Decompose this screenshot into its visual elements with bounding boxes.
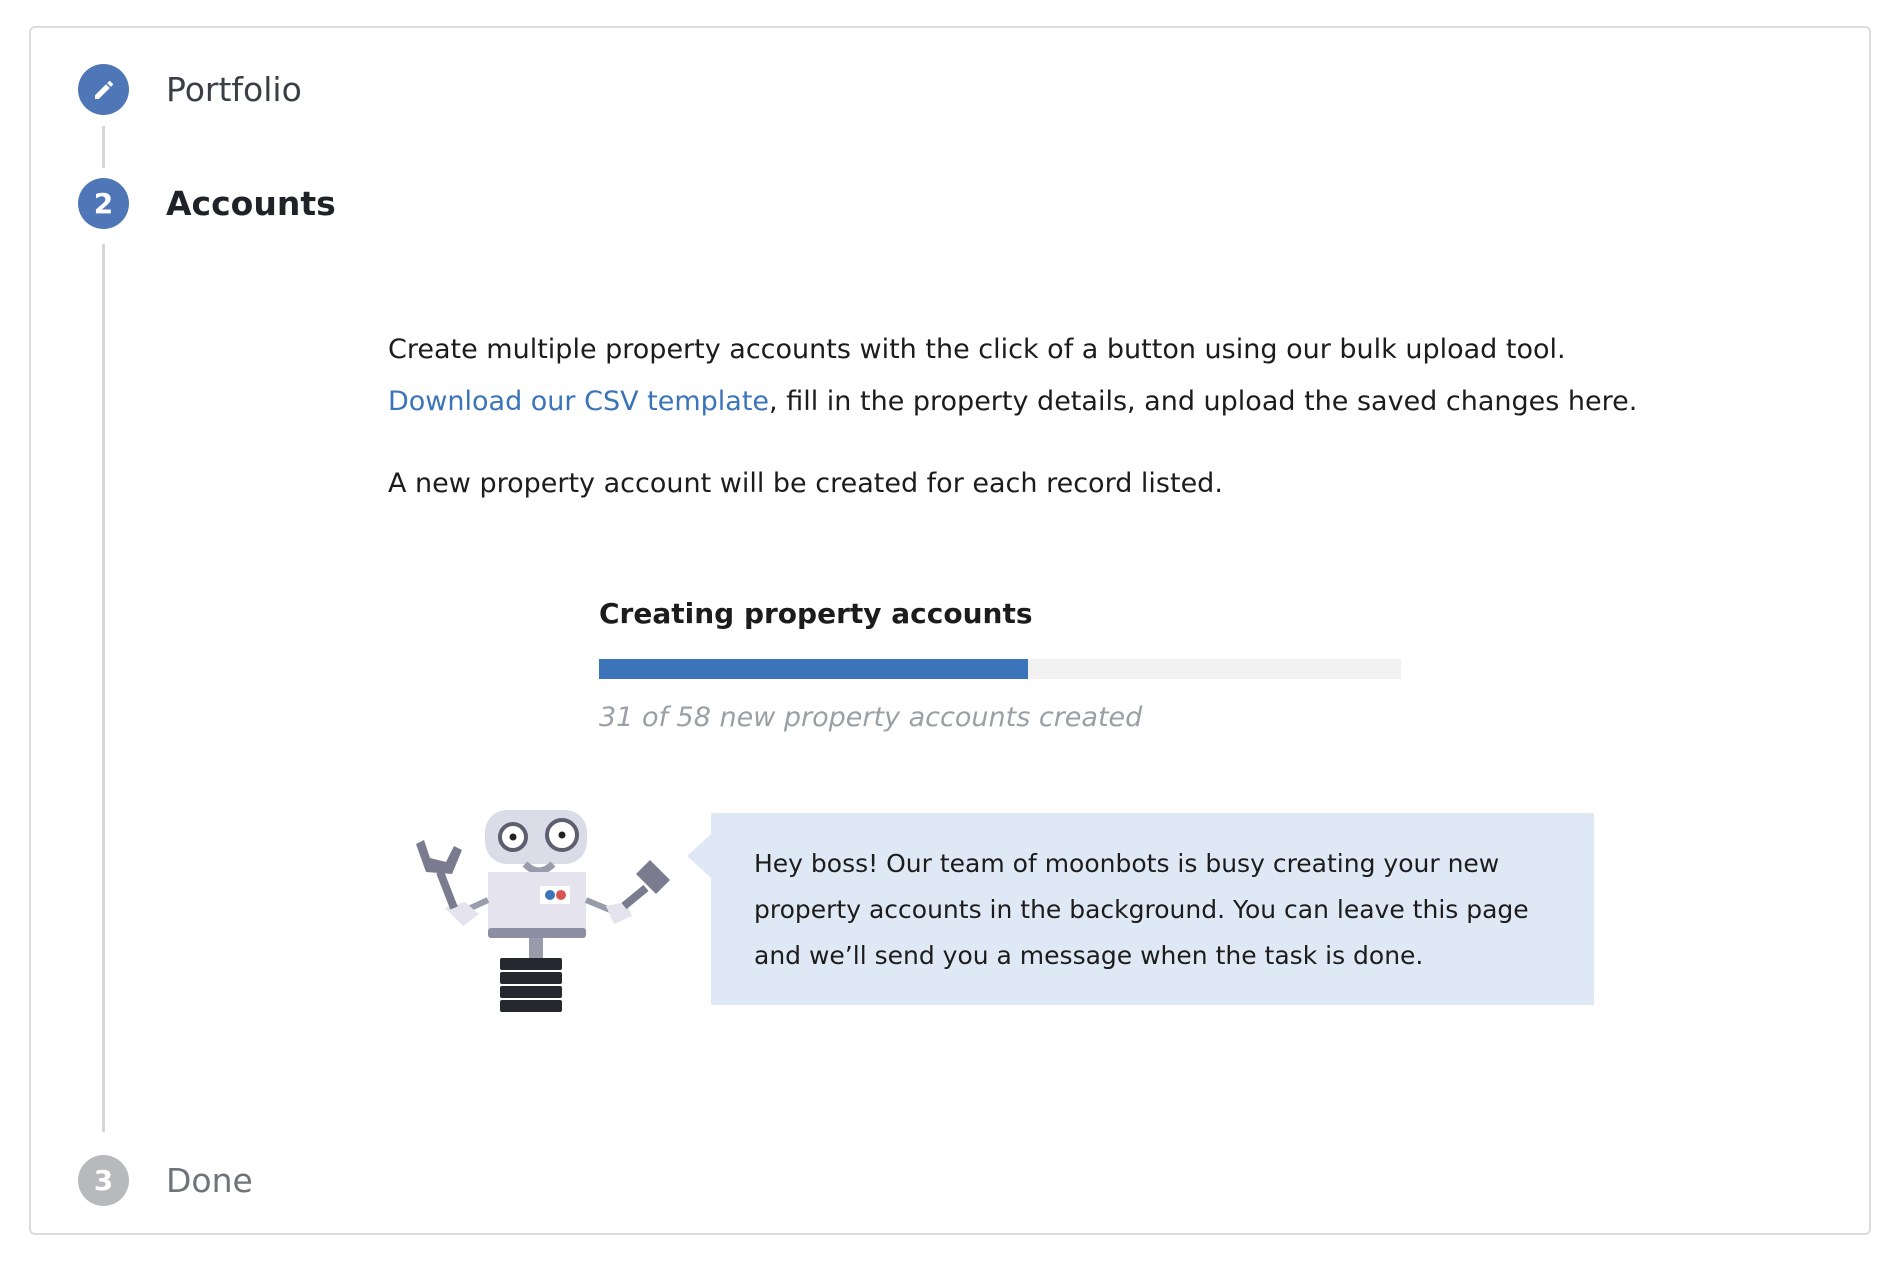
step-2-circle: 2 xyxy=(78,178,129,229)
step-2-label: Accounts xyxy=(166,184,336,223)
progress-caption: 31 of 58 new property accounts created xyxy=(599,702,1143,733)
robot-illustration xyxy=(416,810,670,1012)
progress-bar-fill xyxy=(599,659,1028,679)
step-3-number: 3 xyxy=(93,1164,114,1197)
step-connector-2 xyxy=(102,244,105,1132)
intro-line-3: A new property account will be created f… xyxy=(388,468,1223,499)
step-3-circle: 3 xyxy=(78,1155,129,1206)
step-1-label[interactable]: Portfolio xyxy=(166,70,302,110)
intro-line-2: Download our CSV template, fill in the p… xyxy=(388,376,1637,428)
step-3-label: Done xyxy=(166,1161,253,1200)
moonbot-message: Hey boss! Our team of moonbots is busy c… xyxy=(711,813,1594,1005)
intro-line-1: Create multiple property accounts with t… xyxy=(388,334,1566,365)
step-1-circle[interactable] xyxy=(78,64,129,115)
step-connector-1 xyxy=(102,126,105,168)
progress-bar xyxy=(599,659,1401,679)
intro-line-2-rest: , fill in the property details, and uplo… xyxy=(769,386,1638,417)
progress-title: Creating property accounts xyxy=(599,597,1033,630)
step-2-number: 2 xyxy=(93,187,114,220)
download-csv-template-link[interactable]: Download our CSV template xyxy=(388,386,769,417)
pencil-icon xyxy=(94,80,113,99)
speech-bubble-tail xyxy=(687,834,711,878)
